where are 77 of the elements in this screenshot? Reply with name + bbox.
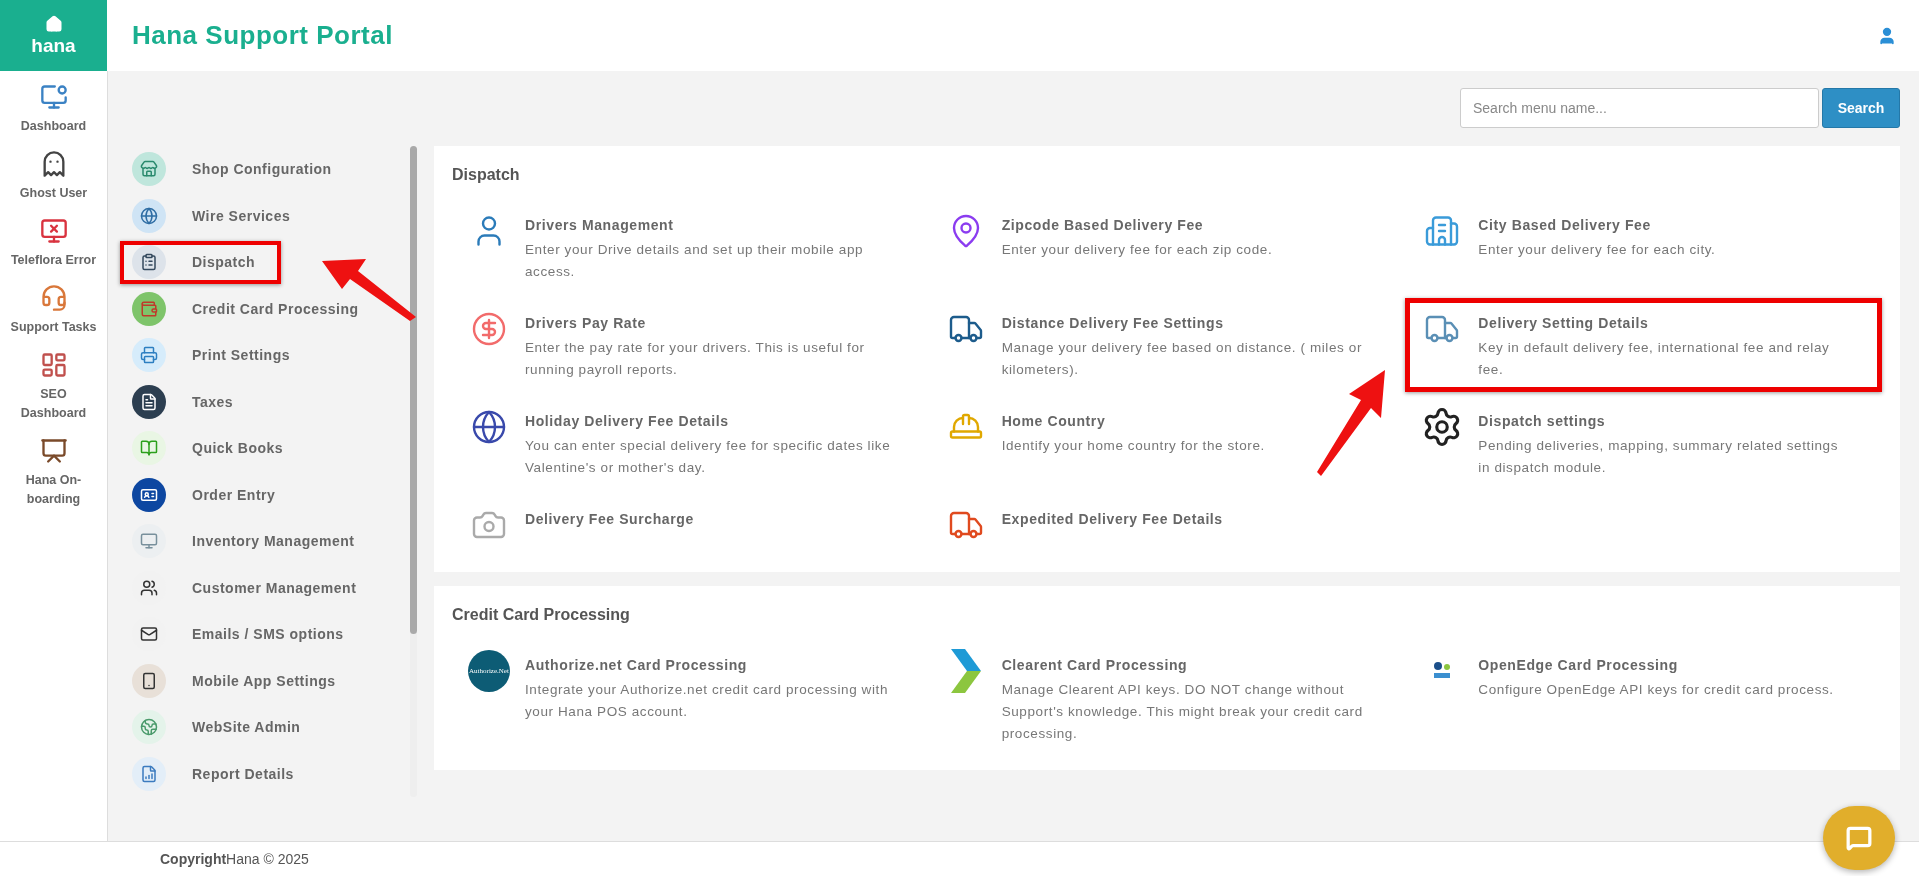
menu-description: Integrate your Authorize.net credit card processing with your Hana POS account. <box>525 681 890 721</box>
smartphone-icon <box>132 663 166 698</box>
menu-link[interactable]: OpenEdge Card Processing <box>1478 657 1834 673</box>
menu-link[interactable]: Dispatch settings <box>1478 413 1849 429</box>
sidebar-item[interactable]: Customer Management <box>120 566 383 609</box>
sidebar-item[interactable]: Print Settings <box>120 334 316 377</box>
dollar-icon <box>471 311 507 347</box>
menu-link[interactable]: Delivery Fee Surcharge <box>525 511 694 527</box>
menu-link[interactable]: Authorize.net Card Processing <box>525 657 895 673</box>
presentation-icon <box>39 437 68 465</box>
menu-link[interactable]: Delivery Setting Details <box>1478 315 1849 331</box>
sidebar-item[interactable]: Quick Books <box>120 427 310 470</box>
menu-link[interactable]: Holiday Delivery Fee Details <box>525 413 895 429</box>
menu-link[interactable]: Expedited Delivery Fee Details <box>1001 511 1223 527</box>
wallet-icon <box>132 291 166 326</box>
menu-link[interactable]: City Based Delivery Fee <box>1478 217 1716 233</box>
menu-description: Manage Clearent API keys. DO NOT change without Support's knowledge. This might break your credit card processing. <box>1001 681 1364 743</box>
sidebar-item[interactable]: Emails / SMS options <box>120 613 370 656</box>
globe-icon <box>132 198 166 233</box>
sidebar-item[interactable]: Dispatch <box>120 241 282 284</box>
section-title: Dispatch <box>452 166 521 184</box>
chat-icon <box>1846 825 1872 851</box>
section-title: Credit Card Processing <box>452 606 631 624</box>
book-icon <box>132 431 166 466</box>
dashboard-monitor-icon <box>39 83 68 111</box>
menu-description: Configure OpenEdge API keys for credit card process. <box>1478 681 1834 699</box>
home-icon <box>44 14 63 33</box>
sidebar-item[interactable]: Inventory Management <box>120 520 381 563</box>
search-button[interactable]: Search <box>1822 88 1900 128</box>
menu-description: Pending deliveries, mapping, summary related settings in dispatch module. <box>1478 437 1840 477</box>
nav-item[interactable]: SEO Dashboard <box>0 351 107 423</box>
nav-item[interactable]: Ghost User <box>0 150 107 203</box>
buildings-icon <box>1424 213 1461 249</box>
chevron-logo <box>950 649 981 693</box>
menu-link[interactable]: Distance Delivery Fee Settings <box>1001 315 1372 331</box>
monitor-alert-icon <box>39 217 68 245</box>
dashboard-icon <box>39 351 68 379</box>
sidebar-item[interactable]: Mobile App Settings <box>120 659 362 702</box>
scrollbar[interactable] <box>410 146 417 797</box>
sidebar-item[interactable]: WebSite Admin <box>120 706 327 749</box>
menu-link[interactable]: Drivers Management <box>525 217 895 233</box>
menu-description: Enter your delivery fee for each city. <box>1478 241 1716 259</box>
menu-description: Manage your delivery fee based on distance. ( miles or kilometers). <box>1001 339 1363 379</box>
user-icon[interactable] <box>1877 25 1897 46</box>
globe-icon <box>132 710 166 745</box>
sidebar-item[interactable]: Shop Configuration <box>120 148 358 191</box>
copyright-text: CopyrightHana © 2025 <box>160 851 309 867</box>
menu-description: Enter the pay rate for your drivers. This is useful for running payroll reports. <box>525 339 866 379</box>
sidebar-item[interactable]: Credit Card Processing <box>120 287 385 330</box>
menu-description: Enter your delivery fee for each zip code. <box>1001 241 1273 259</box>
nav-item[interactable]: Dashboard <box>0 83 107 136</box>
menu-description: Identify your home country for the store. <box>1001 437 1265 455</box>
portal-title: Hana Support Portal <box>132 20 394 51</box>
menu-link[interactable]: Home Country <box>1001 413 1265 429</box>
sidebar-item[interactable]: Report Details <box>120 752 320 795</box>
menu-link[interactable]: Clearent Card Processing <box>1001 657 1372 673</box>
nav-item[interactable]: Teleflora Error <box>0 217 107 270</box>
sidebar-item[interactable]: Taxes <box>120 380 260 423</box>
printer-icon <box>132 338 166 373</box>
id-card-icon <box>132 477 166 512</box>
menu-description: You can enter special delivery fee for specific dates like Valentine's or mother's day. <box>525 437 892 477</box>
sidebar-item[interactable]: Order Entry <box>120 473 302 516</box>
clipboard-icon <box>132 245 166 280</box>
nav-item[interactable]: Hana On-boarding <box>0 437 107 509</box>
report-icon <box>132 756 166 791</box>
menu-link[interactable]: Zipcode Based Delivery Fee <box>1001 217 1273 233</box>
menu-link[interactable]: Drivers Pay Rate <box>525 315 895 331</box>
monitor-icon <box>132 524 166 559</box>
sidebar-item[interactable]: Wire Services <box>120 194 317 237</box>
headset-icon <box>39 284 68 312</box>
store-icon <box>132 152 166 187</box>
document-icon <box>132 384 166 419</box>
nav-item[interactable]: Support Tasks <box>0 284 107 337</box>
globe-icon <box>471 409 507 445</box>
search-field[interactable]: Search menu name... <box>1460 88 1819 128</box>
menu-description: Key in default delivery fee, international fee and relay fee. <box>1478 339 1831 379</box>
menu-description: Enter your Drive details and set up their mobile app access. <box>525 241 865 281</box>
